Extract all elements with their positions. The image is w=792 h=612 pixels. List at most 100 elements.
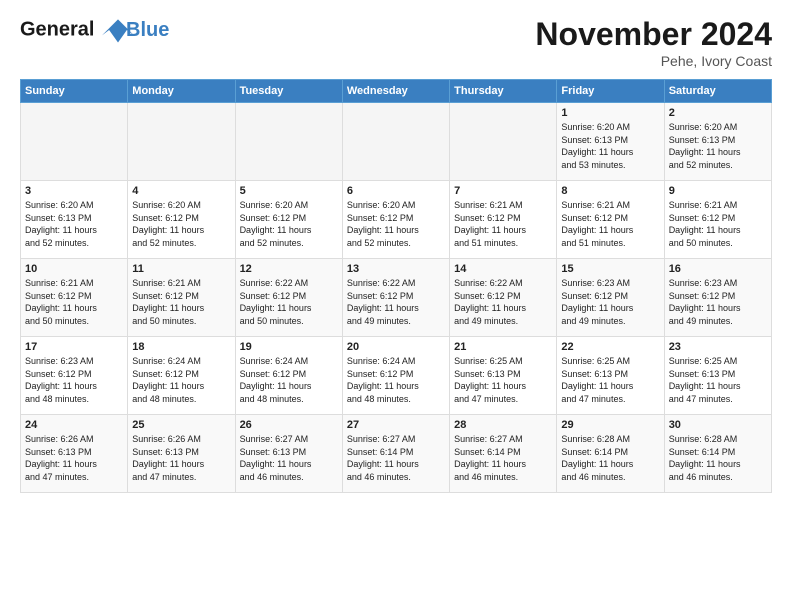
calendar-cell — [342, 103, 449, 181]
day-info: Sunrise: 6:28 AM Sunset: 6:14 PM Dayligh… — [561, 433, 659, 483]
calendar-week-row: 10Sunrise: 6:21 AM Sunset: 6:12 PM Dayli… — [21, 259, 772, 337]
day-info: Sunrise: 6:21 AM Sunset: 6:12 PM Dayligh… — [561, 199, 659, 249]
day-info: Sunrise: 6:26 AM Sunset: 6:13 PM Dayligh… — [132, 433, 230, 483]
day-number: 1 — [561, 107, 659, 119]
calendar-cell: 13 Sunrise: 6:22 AM Sunset: 6:12 PM Dayli… — [342, 259, 449, 337]
day-info: Sunrise: 6:23 AM Sunset: 6:12 PM Dayligh… — [25, 355, 123, 405]
day-number: 27 — [347, 419, 445, 431]
day-info: Sunrise: 6:20 AM Sunset: 6:13 PM Dayligh… — [561, 121, 659, 171]
day-info: Sunrise: 6:20 AM Sunset: 6:12 PM Dayligh… — [132, 199, 230, 249]
col-header-saturday: Saturday — [664, 80, 771, 103]
location: Pehe, Ivory Coast — [535, 53, 772, 69]
day-info: Sunrise: 6:20 AM Sunset: 6:13 PM Dayligh… — [669, 121, 767, 171]
logo: General Blue — [20, 16, 169, 44]
day-number: 26 — [240, 419, 338, 431]
day-number: 19 — [240, 341, 338, 353]
day-info: Sunrise: 6:21 AM Sunset: 6:12 PM Dayligh… — [454, 199, 552, 249]
day-number: 12 — [240, 263, 338, 275]
calendar-cell: 15Sunrise: 6:23 AM Sunset: 6:12 PM Dayli… — [557, 259, 664, 337]
calendar-cell — [450, 103, 557, 181]
calendar-cell: 22 Sunrise: 6:25 AM Sunset: 6:13 PM Dayli… — [557, 337, 664, 415]
day-number: 8 — [561, 185, 659, 197]
calendar-cell: 8 Sunrise: 6:21 AM Sunset: 6:12 PM Daylig… — [557, 181, 664, 259]
day-info: Sunrise: 6:22 AM Sunset: 6:12 PM Dayligh… — [240, 277, 338, 327]
day-number: 13 — [347, 263, 445, 275]
col-header-friday: Friday — [557, 80, 664, 103]
calendar-cell: 29 Sunrise: 6:28 AM Sunset: 6:14 PM Dayli… — [557, 415, 664, 493]
calendar-cell: 6Sunrise: 6:20 AM Sunset: 6:12 PM Daylig… — [342, 181, 449, 259]
calendar-table: SundayMondayTuesdayWednesdayThursdayFrid… — [20, 79, 772, 493]
day-info: Sunrise: 6:28 AM Sunset: 6:14 PM Dayligh… — [669, 433, 767, 483]
col-header-monday: Monday — [128, 80, 235, 103]
calendar-cell: 9 Sunrise: 6:21 AM Sunset: 6:12 PM Daylig… — [664, 181, 771, 259]
day-info: Sunrise: 6:21 AM Sunset: 6:12 PM Dayligh… — [25, 277, 123, 327]
day-number: 29 — [561, 419, 659, 431]
calendar-cell: 24Sunrise: 6:26 AM Sunset: 6:13 PM Dayli… — [21, 415, 128, 493]
logo-blue: Blue — [126, 19, 169, 41]
calendar-week-row: 1 Sunrise: 6:20 AM Sunset: 6:13 PM Daylig… — [21, 103, 772, 181]
day-info: Sunrise: 6:25 AM Sunset: 6:13 PM Dayligh… — [561, 355, 659, 405]
col-header-tuesday: Tuesday — [235, 80, 342, 103]
calendar-cell: 7 Sunrise: 6:21 AM Sunset: 6:12 PM Daylig… — [450, 181, 557, 259]
day-info: Sunrise: 6:27 AM Sunset: 6:14 PM Dayligh… — [347, 433, 445, 483]
col-header-wednesday: Wednesday — [342, 80, 449, 103]
calendar-cell: 25Sunrise: 6:26 AM Sunset: 6:13 PM Dayli… — [128, 415, 235, 493]
day-info: Sunrise: 6:22 AM Sunset: 6:12 PM Dayligh… — [454, 277, 552, 327]
calendar-cell: 19 Sunrise: 6:24 AM Sunset: 6:12 PM Dayli… — [235, 337, 342, 415]
day-number: 3 — [25, 185, 123, 197]
calendar-cell: 17 Sunrise: 6:23 AM Sunset: 6:12 PM Dayli… — [21, 337, 128, 415]
day-number: 28 — [454, 419, 552, 431]
day-info: Sunrise: 6:25 AM Sunset: 6:13 PM Dayligh… — [454, 355, 552, 405]
day-info: Sunrise: 6:24 AM Sunset: 6:12 PM Dayligh… — [240, 355, 338, 405]
calendar-cell: 16Sunrise: 6:23 AM Sunset: 6:12 PM Dayli… — [664, 259, 771, 337]
day-number: 4 — [132, 185, 230, 197]
day-info: Sunrise: 6:20 AM Sunset: 6:12 PM Dayligh… — [347, 199, 445, 249]
col-header-thursday: Thursday — [450, 80, 557, 103]
calendar-week-row: 3 Sunrise: 6:20 AM Sunset: 6:13 PM Daylig… — [21, 181, 772, 259]
day-number: 7 — [454, 185, 552, 197]
calendar-cell: 28 Sunrise: 6:27 AM Sunset: 6:14 PM Dayli… — [450, 415, 557, 493]
col-header-sunday: Sunday — [21, 80, 128, 103]
calendar-week-row: 24 Sunrise: 6:26 AM Sunset: 6:13 PM Dayli… — [21, 415, 772, 493]
day-number: 21 — [454, 341, 552, 353]
day-info: Sunrise: 6:20 AM Sunset: 6:13 PM Dayligh… — [25, 199, 123, 249]
month-title: November 2024 — [535, 16, 772, 53]
day-info: Sunrise: 6:25 AM Sunset: 6:13 PM Dayligh… — [669, 355, 767, 405]
calendar-cell: 5 Sunrise: 6:20 AM Sunset: 6:12 PM Daylig… — [235, 181, 342, 259]
day-info: Sunrise: 6:20 AM Sunset: 6:12 PM Dayligh… — [240, 199, 338, 249]
calendar-cell — [235, 103, 342, 181]
calendar-cell: 26 Sunrise: 6:27 AM Sunset: 6:13 PM Dayli… — [235, 415, 342, 493]
calendar-cell: 27 Sunrise: 6:27 AM Sunset: 6:14 PM Dayli… — [342, 415, 449, 493]
day-number: 30 — [669, 419, 767, 431]
day-number: 22 — [561, 341, 659, 353]
day-number: 5 — [240, 185, 338, 197]
day-number: 23 — [669, 341, 767, 353]
calendar-cell — [21, 103, 128, 181]
day-info: Sunrise: 6:21 AM Sunset: 6:12 PM Dayligh… — [132, 277, 230, 327]
day-number: 18 — [132, 341, 230, 353]
calendar-week-row: 17 Sunrise: 6:23 AM Sunset: 6:12 PM Dayli… — [21, 337, 772, 415]
day-info: Sunrise: 6:22 AM Sunset: 6:12 PM Dayligh… — [347, 277, 445, 327]
day-number: 17 — [25, 341, 123, 353]
day-number: 9 — [669, 185, 767, 197]
calendar-cell: 3 Sunrise: 6:20 AM Sunset: 6:13 PM Daylig… — [21, 181, 128, 259]
day-info: Sunrise: 6:24 AM Sunset: 6:12 PM Dayligh… — [347, 355, 445, 405]
calendar-cell: 2 Sunrise: 6:20 AM Sunset: 6:13 PM Daylig… — [664, 103, 771, 181]
day-info: Sunrise: 6:27 AM Sunset: 6:14 PM Dayligh… — [454, 433, 552, 483]
calendar-cell: 12 Sunrise: 6:22 AM Sunset: 6:12 PM Dayli… — [235, 259, 342, 337]
calendar-cell — [128, 103, 235, 181]
calendar-cell: 18Sunrise: 6:24 AM Sunset: 6:12 PM Dayli… — [128, 337, 235, 415]
calendar-cell: 1 Sunrise: 6:20 AM Sunset: 6:13 PM Daylig… — [557, 103, 664, 181]
day-info: Sunrise: 6:27 AM Sunset: 6:13 PM Dayligh… — [240, 433, 338, 483]
calendar-cell: 14Sunrise: 6:22 AM Sunset: 6:12 PM Dayli… — [450, 259, 557, 337]
header: General Blue November 2024 Pehe, Ivory C… — [20, 16, 772, 69]
day-info: Sunrise: 6:23 AM Sunset: 6:12 PM Dayligh… — [561, 277, 659, 327]
day-number: 2 — [669, 107, 767, 119]
day-number: 24 — [25, 419, 123, 431]
calendar-cell: 4 Sunrise: 6:20 AM Sunset: 6:12 PM Daylig… — [128, 181, 235, 259]
calendar-cell: 11Sunrise: 6:21 AM Sunset: 6:12 PM Dayli… — [128, 259, 235, 337]
day-number: 20 — [347, 341, 445, 353]
day-info: Sunrise: 6:21 AM Sunset: 6:12 PM Dayligh… — [669, 199, 767, 249]
calendar-header-row: SundayMondayTuesdayWednesdayThursdayFrid… — [21, 80, 772, 103]
title-area: November 2024 Pehe, Ivory Coast — [535, 16, 772, 69]
